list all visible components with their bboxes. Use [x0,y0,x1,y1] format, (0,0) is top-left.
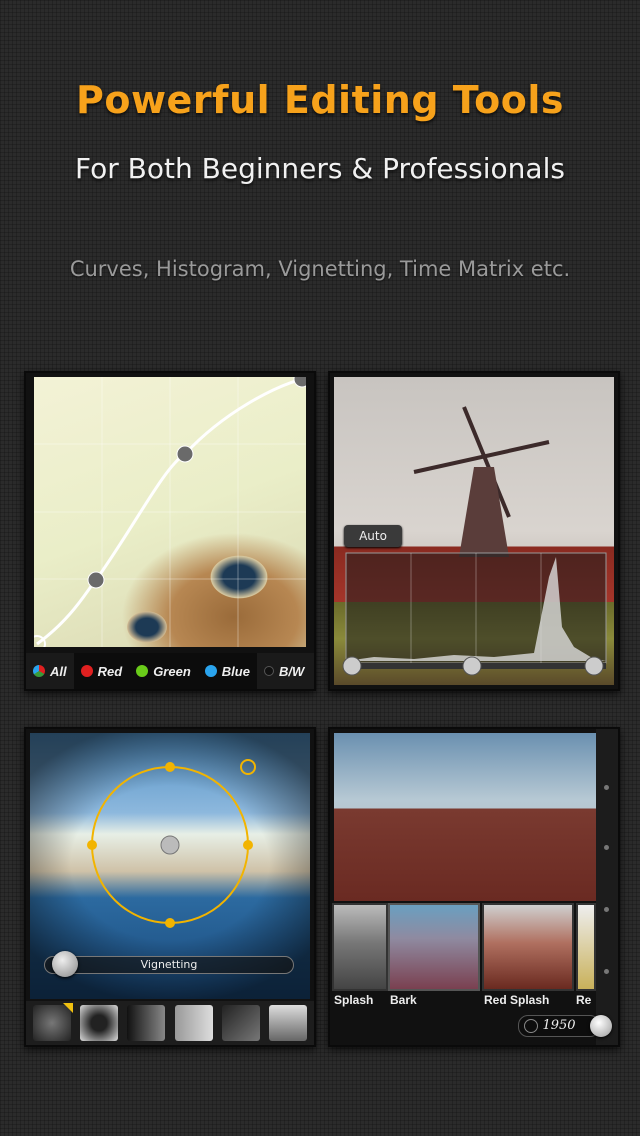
channel-label: Blue [221,663,250,679]
filter-strip: Splash Bark Red Splash Re [330,901,618,1009]
curve-point-end[interactable] [293,377,306,388]
vignette-preset-1[interactable] [32,1003,73,1041]
histogram-panel: Auto [328,371,620,691]
channel-selector: All Red Green Blue B/W [26,653,314,689]
vignette-handle-bottom[interactable] [165,918,175,928]
curves-grid [34,377,306,647]
channel-label: Red [97,663,123,679]
filter-thumb-bark[interactable] [388,903,480,991]
windmill-tower [459,467,509,557]
vignette-preset-6[interactable] [269,1005,308,1041]
channel-blue[interactable]: Blue [197,653,257,689]
vignetting-slider-knob[interactable] [52,951,78,977]
channel-all[interactable]: All [26,653,74,689]
channel-label: All [50,663,67,679]
bw-dot-icon [263,666,274,676]
gamma-knob[interactable] [462,656,482,676]
white-point-knob[interactable] [584,656,604,676]
vignetting-panel: Vignetting [24,727,316,1047]
filter-label-red-splash: Red Splash [484,993,550,1007]
filter-thumb-partial[interactable] [576,903,596,991]
red-dot-icon [80,665,93,677]
timeline-dot [604,969,609,974]
curve-point-low[interactable] [87,571,105,589]
vignette-rotate-handle[interactable] [240,759,256,775]
filter-label-partial: Re [576,993,592,1007]
channel-label: Green [153,663,191,679]
channel-green[interactable]: Green [129,653,198,689]
timeline-rail[interactable] [596,729,618,1045]
headline: Powerful Editing Tools [75,78,564,122]
vignette-presets [26,1001,314,1045]
blue-dot-icon [204,665,217,677]
vignette-preset-4[interactable] [174,1005,213,1041]
vignette-center-knob[interactable] [160,835,180,855]
subheadline: For Both Beginners & Professionals [75,152,565,185]
rgb-icon [33,665,45,677]
filter-label-splash: Splash [334,993,374,1007]
vignette-handle-left[interactable] [87,840,97,850]
year-slider-knob[interactable] [590,1015,612,1037]
vignette-handle-top[interactable] [165,762,175,772]
filter-thumb-red-splash[interactable] [482,903,574,991]
channel-label: B/W [278,663,305,679]
vignette-preset-5[interactable] [221,1005,260,1041]
timeline-dot [604,845,609,850]
curves-panel: All Red Green Blue B/W [24,371,316,691]
filter-thumb-splash[interactable] [332,903,388,991]
vignette-handle-right[interactable] [243,840,253,850]
auto-button[interactable]: Auto [344,525,402,547]
channel-bw[interactable]: B/W [257,653,311,689]
features-caption: Curves, Histogram, Vignetting, Time Matr… [69,257,571,281]
vignetting-slider-label: Vignetting [140,958,198,971]
black-point-knob[interactable] [342,656,362,676]
curve-point-high[interactable] [176,445,194,463]
filter-label-bark: Bark [390,993,417,1007]
timeline-dot [604,785,609,790]
channel-red[interactable]: Red [73,653,130,689]
timeline-dot [604,907,609,912]
dial-icon [524,1019,538,1033]
vignette-preset-3[interactable] [127,1005,166,1041]
street-photo [334,733,596,901]
green-dot-icon [136,665,149,677]
vignette-preset-2[interactable] [79,1005,118,1041]
time-matrix-panel: Splash Bark Red Splash Re 1950 [328,727,620,1047]
vignetting-slider[interactable]: Vignetting [44,956,294,974]
